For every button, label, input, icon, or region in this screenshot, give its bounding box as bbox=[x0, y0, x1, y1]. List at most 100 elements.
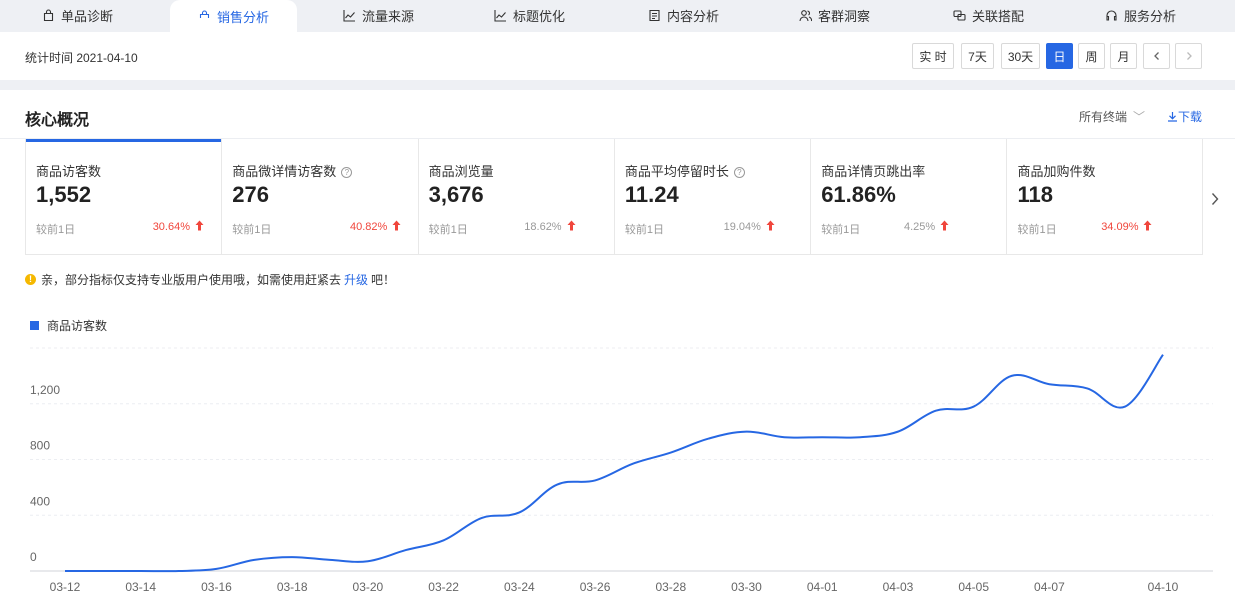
metric-value: 276 bbox=[232, 182, 270, 207]
tab-4[interactable]: 内容分析 bbox=[648, 0, 719, 30]
tab-6[interactable]: 关联搭配 bbox=[953, 0, 1024, 30]
tab-label: 标题优化 bbox=[513, 8, 566, 24]
metric-card[interactable]: 商品详情页跳出率 61.86% 较前1日 4.25% bbox=[811, 139, 1008, 254]
metric-card[interactable]: 商品浏览量 3,676 较前1日 18.62% bbox=[419, 139, 615, 254]
notice-text-end: 吧！ bbox=[371, 273, 396, 287]
chart-legend[interactable]: 商品访客数 bbox=[30, 317, 107, 334]
x-tick-label: 03-20 bbox=[353, 580, 384, 594]
metric-change-pct: 34.09% bbox=[1101, 221, 1139, 233]
prev-period-button[interactable] bbox=[1143, 43, 1170, 69]
tab-label: 内容分析 bbox=[667, 8, 720, 24]
tab-3[interactable]: 标题优化 bbox=[494, 0, 565, 30]
notice-text: 亲，部分指标仅支持专业版用户使用哦，如需使用赶紧去 bbox=[41, 273, 342, 287]
period-30d-button[interactable]: 30天 bbox=[1001, 43, 1040, 69]
help-icon[interactable]: ? bbox=[341, 167, 353, 178]
next-period-button[interactable] bbox=[1175, 43, 1202, 69]
metric-value: 118 bbox=[1017, 182, 1054, 207]
metric-label: 商品详情页跳出率 bbox=[821, 164, 926, 179]
metric-card[interactable]: 商品访客数 1,552 较前1日 30.64% bbox=[26, 139, 223, 254]
tab-5[interactable]: 客群洞察 bbox=[799, 0, 870, 30]
tab-label: 单品诊断 bbox=[61, 8, 114, 24]
chevron-left-icon bbox=[1153, 52, 1159, 60]
metric-compare-label: 较前1日 bbox=[624, 224, 665, 236]
tab-7[interactable]: 服务分析 bbox=[1105, 0, 1176, 30]
x-tick-label: 04-01 bbox=[807, 580, 838, 594]
terminal-select-value: 所有终端 bbox=[1079, 110, 1128, 124]
upgrade-notice: ! 亲，部分指标仅支持专业版用户使用哦，如需使用赶紧去 升级 吧！ bbox=[25, 271, 395, 288]
section-title: 核心概况 bbox=[25, 112, 90, 129]
metric-compare-label: 较前1日 bbox=[821, 224, 861, 236]
x-tick-label: 03-28 bbox=[655, 580, 686, 594]
arrow-up-icon bbox=[940, 220, 949, 231]
metric-label: 商品浏览量 bbox=[428, 164, 494, 179]
top-tab-bar: 单品诊断 销售分析 流量来源 标题优化 内容分析 客群洞察 关联搭配 服务分析 bbox=[0, 0, 1235, 32]
metric-value: 1,552 bbox=[36, 182, 92, 207]
x-tick-label: 03-24 bbox=[504, 580, 535, 594]
stat-time-label: 统计时间 2021-04-10 bbox=[25, 51, 138, 65]
metric-compare-label: 较前1日 bbox=[232, 224, 272, 236]
arrow-up-icon bbox=[1143, 220, 1151, 231]
link-chat-icon bbox=[953, 9, 966, 21]
y-tick-label: 1,200 bbox=[30, 383, 60, 397]
metrics-next-button[interactable] bbox=[1210, 190, 1220, 211]
period-7d-button[interactable]: 7天 bbox=[961, 43, 994, 69]
legend-label: 商品访客数 bbox=[47, 319, 108, 333]
metric-card[interactable]: 商品微详情访客数? 276 较前1日 40.82% bbox=[222, 139, 419, 254]
x-tick-label: 03-16 bbox=[201, 580, 232, 594]
y-tick-label: 400 bbox=[30, 494, 50, 508]
x-tick-label: 04-10 bbox=[1148, 580, 1179, 594]
trend-chart-icon bbox=[494, 9, 506, 22]
stat-time-bar: 统计时间 2021-04-10 实 时 7天 30天 日 周 月 bbox=[0, 32, 1235, 80]
metric-change-pct: 19.04% bbox=[723, 221, 761, 233]
metric-card[interactable]: 商品加购件数 118 较前1日 34.09% bbox=[1008, 139, 1204, 254]
x-tick-label: 04-03 bbox=[883, 580, 914, 594]
warning-icon: ! bbox=[25, 274, 36, 285]
metric-label: 商品访客数 bbox=[36, 164, 102, 179]
download-label: 下载 bbox=[1178, 110, 1203, 124]
terminal-select[interactable]: 所有终端 ﹀ bbox=[1079, 108, 1145, 125]
arrow-up-icon bbox=[392, 220, 401, 231]
arrow-up-icon bbox=[195, 220, 204, 231]
download-icon bbox=[1168, 112, 1177, 122]
upgrade-link[interactable]: 升级 bbox=[344, 271, 368, 288]
y-tick-label: 0 bbox=[30, 550, 37, 564]
tab-label: 客群洞察 bbox=[818, 8, 871, 24]
metric-compare-label: 较前1日 bbox=[1017, 224, 1057, 236]
metric-change-pct: 18.62% bbox=[524, 221, 562, 233]
metric-value: 3,676 bbox=[428, 182, 484, 207]
metric-label: 商品加购件数 bbox=[1017, 164, 1096, 179]
chevron-right-icon bbox=[1186, 52, 1192, 60]
period-realtime-button[interactable]: 实 时 bbox=[912, 43, 954, 69]
period-day-button[interactable]: 日 bbox=[1046, 43, 1073, 69]
x-tick-label: 03-30 bbox=[731, 580, 762, 594]
download-button[interactable]: 下载 bbox=[1167, 108, 1202, 125]
tab-2[interactable]: 流量来源 bbox=[343, 0, 414, 30]
chevron-right-icon bbox=[1211, 193, 1219, 205]
metric-value: 61.86% bbox=[821, 182, 896, 207]
x-tick-label: 04-07 bbox=[1034, 580, 1065, 594]
y-tick-label: 1,600 bbox=[30, 340, 60, 341]
x-tick-label: 03-22 bbox=[428, 580, 459, 594]
metric-cards: 商品访客数 1,552 较前1日 30.64% 商品微详情访客数? 276 较前1日 40.8… bbox=[25, 139, 1203, 255]
tab-0[interactable]: 单品诊断 bbox=[42, 0, 113, 30]
metric-value: 11.24 bbox=[624, 182, 679, 207]
x-tick-label: 03-18 bbox=[277, 580, 308, 594]
tab-1[interactable]: 销售分析 bbox=[170, 0, 298, 32]
metric-change-pct: 4.25% bbox=[903, 221, 936, 233]
series-line bbox=[65, 354, 1164, 573]
metric-label: 商品平均停留时长? bbox=[625, 161, 745, 180]
x-tick-label: 03-14 bbox=[125, 580, 156, 594]
chevron-down-icon: ﹀ bbox=[1133, 110, 1146, 124]
metric-label: 商品微详情访客数? bbox=[232, 161, 353, 180]
users-icon bbox=[799, 9, 812, 21]
bag-icon bbox=[199, 9, 210, 22]
trend-chart-icon bbox=[343, 9, 355, 22]
x-tick-label: 03-12 bbox=[50, 580, 81, 594]
x-tick-label: 03-26 bbox=[580, 580, 611, 594]
x-tick-label: 04-05 bbox=[958, 580, 989, 594]
period-month-button[interactable]: 月 bbox=[1110, 43, 1137, 69]
document-icon bbox=[649, 9, 660, 21]
period-week-button[interactable]: 周 bbox=[1078, 43, 1105, 69]
help-icon[interactable]: ? bbox=[733, 167, 745, 178]
metric-card[interactable]: 商品平均停留时长? 11.24 较前1日 19.04% bbox=[615, 139, 812, 254]
